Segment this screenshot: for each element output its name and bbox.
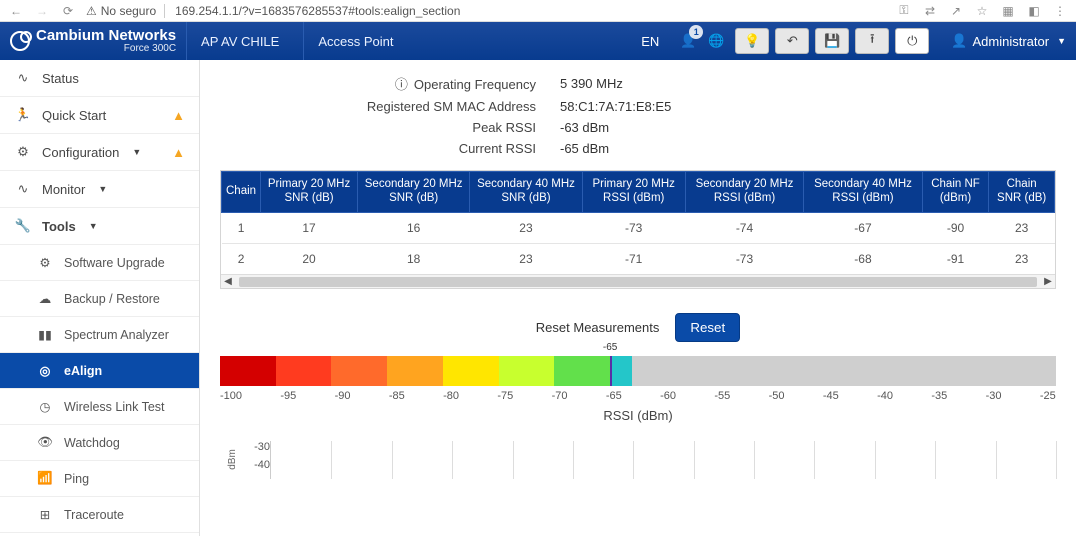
translate-icon[interactable]: ⇄ <box>922 4 938 18</box>
sidebar-item-status[interactable]: ∿Status <box>0 60 199 97</box>
peak-rssi-value: -63 dBm <box>560 120 609 135</box>
gear-icon: ⚙ <box>14 144 32 160</box>
sidebar-item-tools[interactable]: 🔧Tools▼ <box>0 208 199 245</box>
rssi-meter <box>220 356 1056 386</box>
extension-icon[interactable]: ◧ <box>1026 4 1042 18</box>
key-icon[interactable]: ⚿ <box>896 3 912 18</box>
alert-badge: 1 <box>689 25 703 39</box>
scrollbar-thumb[interactable] <box>239 277 1037 287</box>
caret-down-icon: ▼ <box>98 184 107 194</box>
table-row: 1171623-73-74-67-9023 <box>222 212 1055 243</box>
admin-label: Administrator <box>973 34 1050 49</box>
chain-table-wrapper: ChainPrimary 20 MHz SNR (dB)Secondary 20… <box>220 170 1056 289</box>
export-button[interactable]: ⭱ <box>855 28 889 54</box>
idea-button[interactable]: 💡 <box>735 28 769 54</box>
gauge-icon: ◷ <box>36 399 54 414</box>
warning-icon: ⚠ <box>86 4 97 18</box>
warning-icon: ▲ <box>172 108 185 123</box>
brand-logo-icon <box>10 31 30 51</box>
save-button[interactable]: 💾 <box>815 28 849 54</box>
scroll-left-icon[interactable]: ◀ <box>221 275 235 289</box>
language-selector[interactable]: EN <box>631 34 669 49</box>
op-freq-value: 5 390 MHz <box>560 76 623 91</box>
caret-down-icon: ▼ <box>132 147 141 157</box>
wrench-icon: 🔧 <box>14 218 32 234</box>
brand-model: Force 300C <box>36 43 176 54</box>
mac-value: 58:C1:7A:71:E8:E5 <box>560 99 671 114</box>
header-link-mode[interactable]: Access Point <box>303 22 407 60</box>
sidebar-item-ping[interactable]: 📶Ping <box>0 461 199 497</box>
main-content: ⓘ Operating Frequency 5 390 MHz Registered… <box>200 60 1076 536</box>
run-icon: 🏃 <box>14 107 32 123</box>
user-icon[interactable]: 👤1 <box>679 33 697 49</box>
mac-label: Registered SM MAC Address <box>220 99 560 114</box>
brand[interactable]: Cambium Networks Force 300C <box>10 28 176 54</box>
peak-rssi-label: Peak RSSI <box>220 120 560 135</box>
sidebar-item-backup[interactable]: ☁Backup / Restore <box>0 281 199 317</box>
security-warning[interactable]: ⚠No seguro <box>86 4 165 18</box>
chain-table: ChainPrimary 20 MHz SNR (dB)Secondary 20… <box>221 171 1055 274</box>
sidebar-item-configuration[interactable]: ⚙Configuration▼▲ <box>0 134 199 171</box>
sidebar-item-ealign[interactable]: ◎eAlign <box>0 353 199 389</box>
caret-down-icon: ▼ <box>89 221 98 231</box>
person-icon: 👤 <box>951 33 967 49</box>
pulse-icon: ∿ <box>14 181 32 197</box>
star-icon[interactable]: ☆ <box>974 4 990 18</box>
target-icon: ◎ <box>36 363 54 378</box>
globe-icon[interactable]: 🌐 <box>707 33 725 49</box>
sidebar: ∿Status 🏃Quick Start▲ ⚙Configuration▼▲ ∿… <box>0 60 200 536</box>
sidebar-item-wlt[interactable]: ◷Wireless Link Test <box>0 389 199 425</box>
reload-icon[interactable]: ⟳ <box>60 4 76 18</box>
info-block: ⓘ Operating Frequency 5 390 MHz Registered… <box>220 74 1056 156</box>
app-icon[interactable]: ▦ <box>1000 4 1016 18</box>
warning-icon: ▲ <box>172 145 185 160</box>
sidebar-item-spectrum[interactable]: ▮▮Spectrum Analyzer <box>0 317 199 353</box>
scroll-right-icon[interactable]: ▶ <box>1041 275 1055 289</box>
table-row: 2201823-71-73-68-9123 <box>222 243 1055 274</box>
rssi-ticks: -100-95-90-85-80-75-70-65-60-55-50-45-40… <box>220 390 1056 402</box>
undo-button[interactable]: ↶ <box>775 28 809 54</box>
signal-icon: 📶 <box>36 471 54 486</box>
sidebar-item-monitor[interactable]: ∿Monitor▼ <box>0 171 199 208</box>
pulse-icon: ∿ <box>14 70 32 86</box>
back-icon[interactable]: ← <box>8 4 24 18</box>
reset-row: Reset Measurements Reset <box>220 313 1056 342</box>
route-icon: ⊞ <box>36 507 54 522</box>
brand-name: Cambium Networks <box>36 28 176 43</box>
app-header: Cambium Networks Force 300C AP AV CHILE … <box>0 22 1076 60</box>
rssi-history-chart: dBm -30-40 <box>220 441 1056 479</box>
info-icon: ⓘ <box>395 77 408 92</box>
mini-yvalues: -30-40 <box>244 441 270 479</box>
sidebar-item-quickstart[interactable]: 🏃Quick Start▲ <box>0 97 199 134</box>
table-header-row: ChainPrimary 20 MHz SNR (dB)Secondary 20… <box>222 172 1055 213</box>
toolbar: 💡 ↶ 💾 ⭱ ⏻ <box>735 28 929 54</box>
power-button[interactable]: ⏻ <box>895 28 929 54</box>
header-link-site[interactable]: AP AV CHILE <box>186 22 293 60</box>
gear-icon: ⚙ <box>36 255 54 270</box>
sidebar-item-traceroute[interactable]: ⊞Traceroute <box>0 497 199 533</box>
backup-icon: ☁ <box>36 291 54 306</box>
browser-address-bar: ← → ⟳ ⚠No seguro 169.254.1.1/?v=16835762… <box>0 0 1076 22</box>
sidebar-item-software[interactable]: ⚙Software Upgrade <box>0 245 199 281</box>
rssi-axis-label: RSSI (dBm) <box>220 408 1056 423</box>
reset-label: Reset Measurements <box>536 320 660 335</box>
bars-icon: ▮▮ <box>36 327 54 342</box>
rssi-marker-value: -65 <box>603 342 617 353</box>
menu-icon[interactable]: ⋮ <box>1052 4 1068 18</box>
sidebar-item-watchdog[interactable]: 👁Watchdog <box>0 425 199 461</box>
reset-button[interactable]: Reset <box>675 313 740 342</box>
caret-down-icon: ▼ <box>1057 36 1066 46</box>
current-rssi-label: Current RSSI <box>220 141 560 156</box>
mini-ylabel: dBm <box>220 441 244 479</box>
url-text[interactable]: 169.254.1.1/?v=1683576285537#tools:ealig… <box>175 4 460 18</box>
share-icon[interactable]: ↗ <box>948 4 964 18</box>
eye-icon: 👁 <box>36 435 54 450</box>
admin-menu[interactable]: 👤 Administrator ▼ <box>951 33 1066 49</box>
horizontal-scrollbar[interactable]: ◀▶ <box>221 274 1055 288</box>
op-freq-label: Operating Frequency <box>414 77 536 92</box>
forward-icon[interactable]: → <box>34 4 50 18</box>
mini-grid <box>270 441 1056 479</box>
current-rssi-value: -65 dBm <box>560 141 609 156</box>
